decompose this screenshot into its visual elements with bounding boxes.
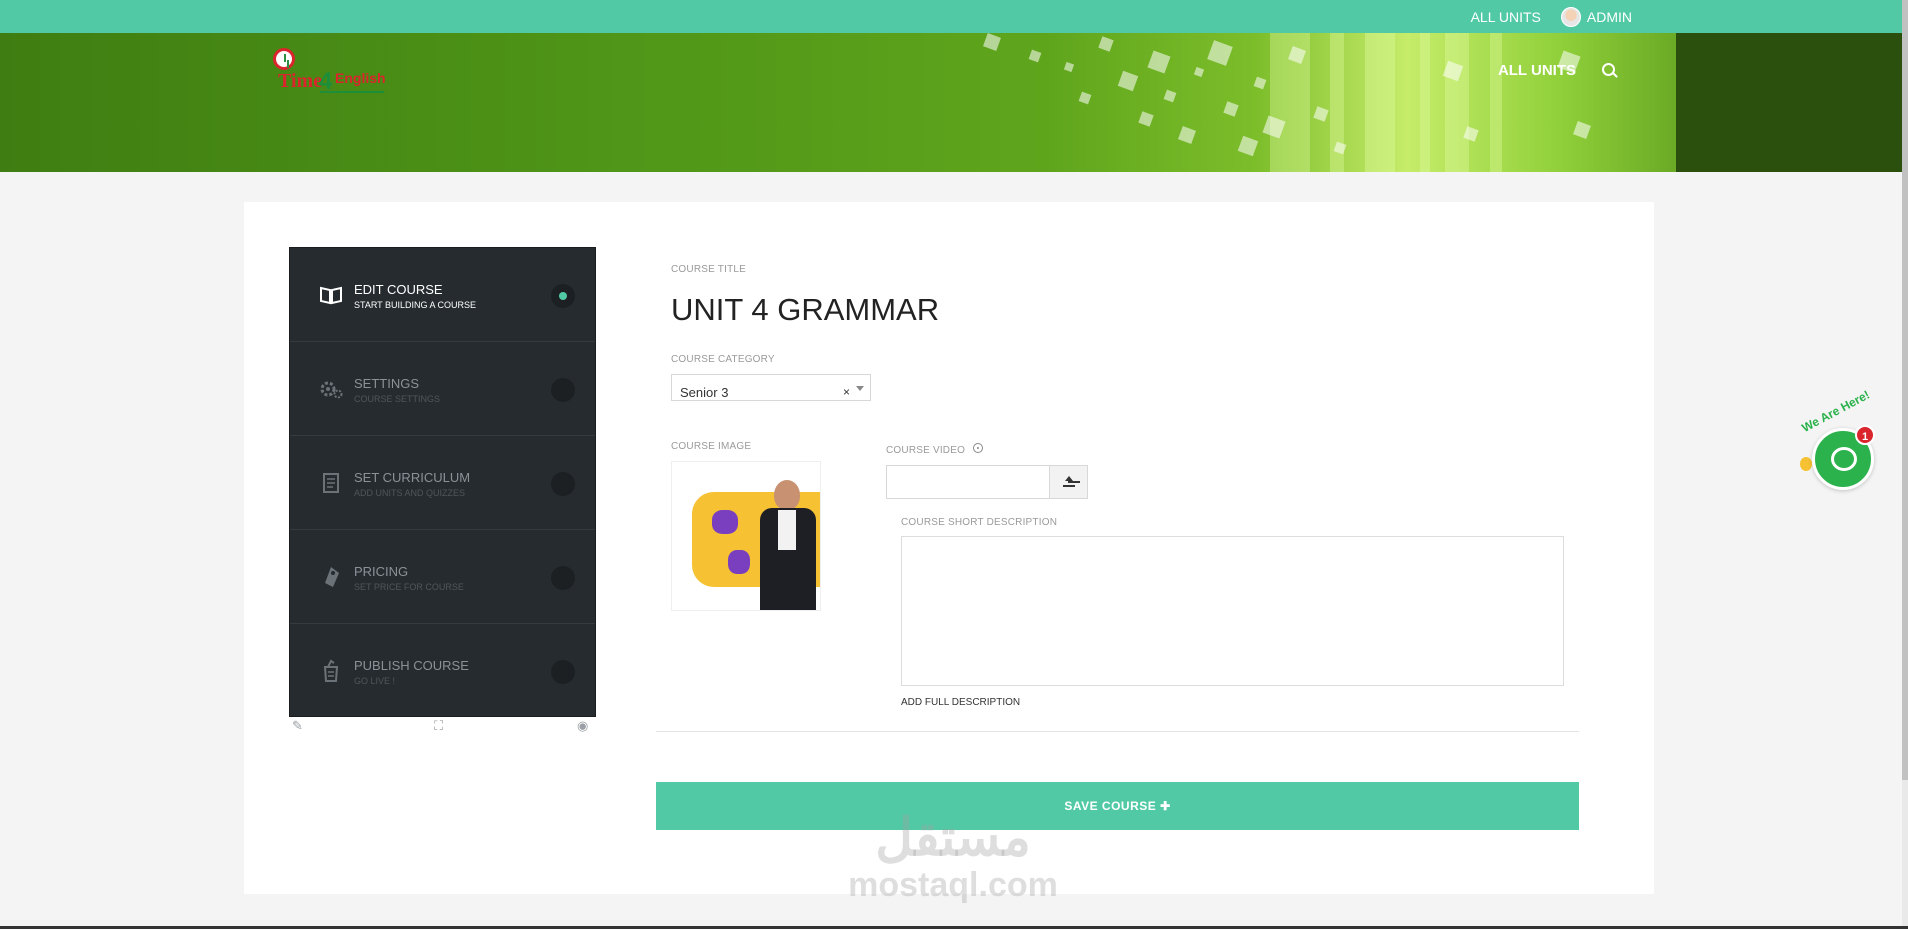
clock-icon [273, 48, 295, 70]
chat-button[interactable]: 1 [1812, 425, 1875, 490]
course-category-label: COURSE CATEGORY [671, 354, 775, 365]
step-set-curriculum[interactable]: SET CURRICULUM ADD UNITS AND QUIZZES [290, 436, 595, 530]
save-course-button[interactable]: SAVE COURSE ✚ [656, 782, 1579, 830]
page-scrollbar[interactable] [1902, 0, 1908, 929]
step-title: SETTINGS [354, 376, 420, 391]
logo-underline [320, 91, 384, 93]
step-edit-course[interactable]: EDIT COURSE START BUILDING A COURSE [290, 248, 595, 342]
logo-time: Time [278, 70, 323, 92]
top-bar: ALL UNITS ADMIN [0, 0, 1902, 33]
course-steps-sidebar: EDIT COURSE START BUILDING A COURSE SETT… [289, 247, 596, 717]
scrollbar-thumb[interactable] [1902, 0, 1908, 780]
clear-selection-icon[interactable]: × [843, 385, 850, 399]
step-title: EDIT COURSE [354, 282, 443, 297]
short-description-label: COURSE SHORT DESCRIPTION [901, 517, 1058, 528]
fullscreen-icon[interactable]: ⛶ [434, 718, 443, 734]
step-publish-course[interactable]: PUBLISH COURSE GO LIVE ! [290, 624, 595, 718]
course-title-input[interactable] [671, 288, 1271, 332]
course-image-thumbnail[interactable] [671, 461, 821, 611]
course-image-label: COURSE IMAGE [671, 441, 752, 452]
mostaql-watermark: مستقل mostaql.com [838, 808, 1068, 908]
help-icon[interactable] [973, 443, 983, 453]
step-status-dot [551, 284, 575, 308]
chat-bubble-icon [1831, 447, 1857, 471]
course-video-input[interactable] [886, 465, 1049, 499]
instructor-photo [756, 480, 818, 610]
book-icon [319, 283, 343, 307]
pencil-icon[interactable]: ✎ [292, 718, 303, 734]
upload-icon [1062, 476, 1075, 488]
document-icon [319, 471, 343, 495]
course-video-label: COURSE VIDEO [886, 445, 966, 456]
step-pricing[interactable]: PRICING SET PRICE FOR COURSE [290, 530, 595, 624]
nav-all-units-link[interactable]: ALL UNITS [1498, 62, 1576, 79]
course-category-value: Senior 3 [680, 385, 729, 400]
sidebar-tools: ✎ ⛶ ◉ [292, 718, 594, 738]
step-settings[interactable]: SETTINGS COURSE SETTINGS [290, 342, 595, 436]
course-category-select[interactable]: Senior 3 × [671, 374, 871, 401]
step-status-dot [551, 378, 575, 402]
step-title: PUBLISH COURSE [354, 658, 469, 673]
admin-label: ADMIN [1586, 8, 1632, 25]
course-title-label: COURSE TITLE [671, 264, 747, 275]
logo-english: English [335, 70, 386, 86]
step-status-dot [551, 472, 575, 496]
top-bar-links: ALL UNITS ADMIN [1471, 0, 1632, 33]
avatar [1560, 6, 1581, 27]
add-full-description-link[interactable]: ADD FULL DESCRIPTION [901, 697, 1020, 708]
watermark-latin: mostaql.com [848, 866, 1058, 904]
form-divider [656, 731, 1579, 732]
time4english-logo[interactable]: Time 4 English [272, 48, 392, 98]
short-description-textarea[interactable] [901, 536, 1564, 686]
upload-video-button[interactable] [1049, 465, 1088, 499]
step-subtitle: COURSE SETTINGS [354, 394, 441, 404]
eye-icon[interactable]: ◉ [577, 718, 588, 734]
main-nav: ALL UNITS [1498, 62, 1618, 79]
search-icon[interactable] [1602, 62, 1618, 79]
waving-hand-icon [1800, 457, 1812, 471]
step-subtitle: ADD UNITS AND QUIZZES [354, 488, 466, 498]
top-all-units-link[interactable]: ALL UNITS [1471, 9, 1541, 25]
step-status-dot [551, 566, 575, 590]
chat-unread-badge: 1 [1855, 425, 1875, 445]
step-subtitle: GO LIVE ! [354, 676, 396, 686]
step-status-dot [551, 660, 575, 684]
step-title: PRICING [354, 564, 409, 579]
admin-menu[interactable]: ADMIN [1560, 6, 1632, 27]
gears-icon [319, 377, 343, 401]
publish-icon [319, 659, 343, 683]
watermark-arabic: مستقل [875, 809, 1031, 867]
tag-icon [319, 565, 343, 589]
step-subtitle: START BUILDING A COURSE [354, 300, 477, 310]
chevron-down-icon [856, 386, 864, 391]
step-subtitle: SET PRICE FOR COURSE [354, 582, 464, 592]
step-title: SET CURRICULUM [354, 470, 471, 485]
